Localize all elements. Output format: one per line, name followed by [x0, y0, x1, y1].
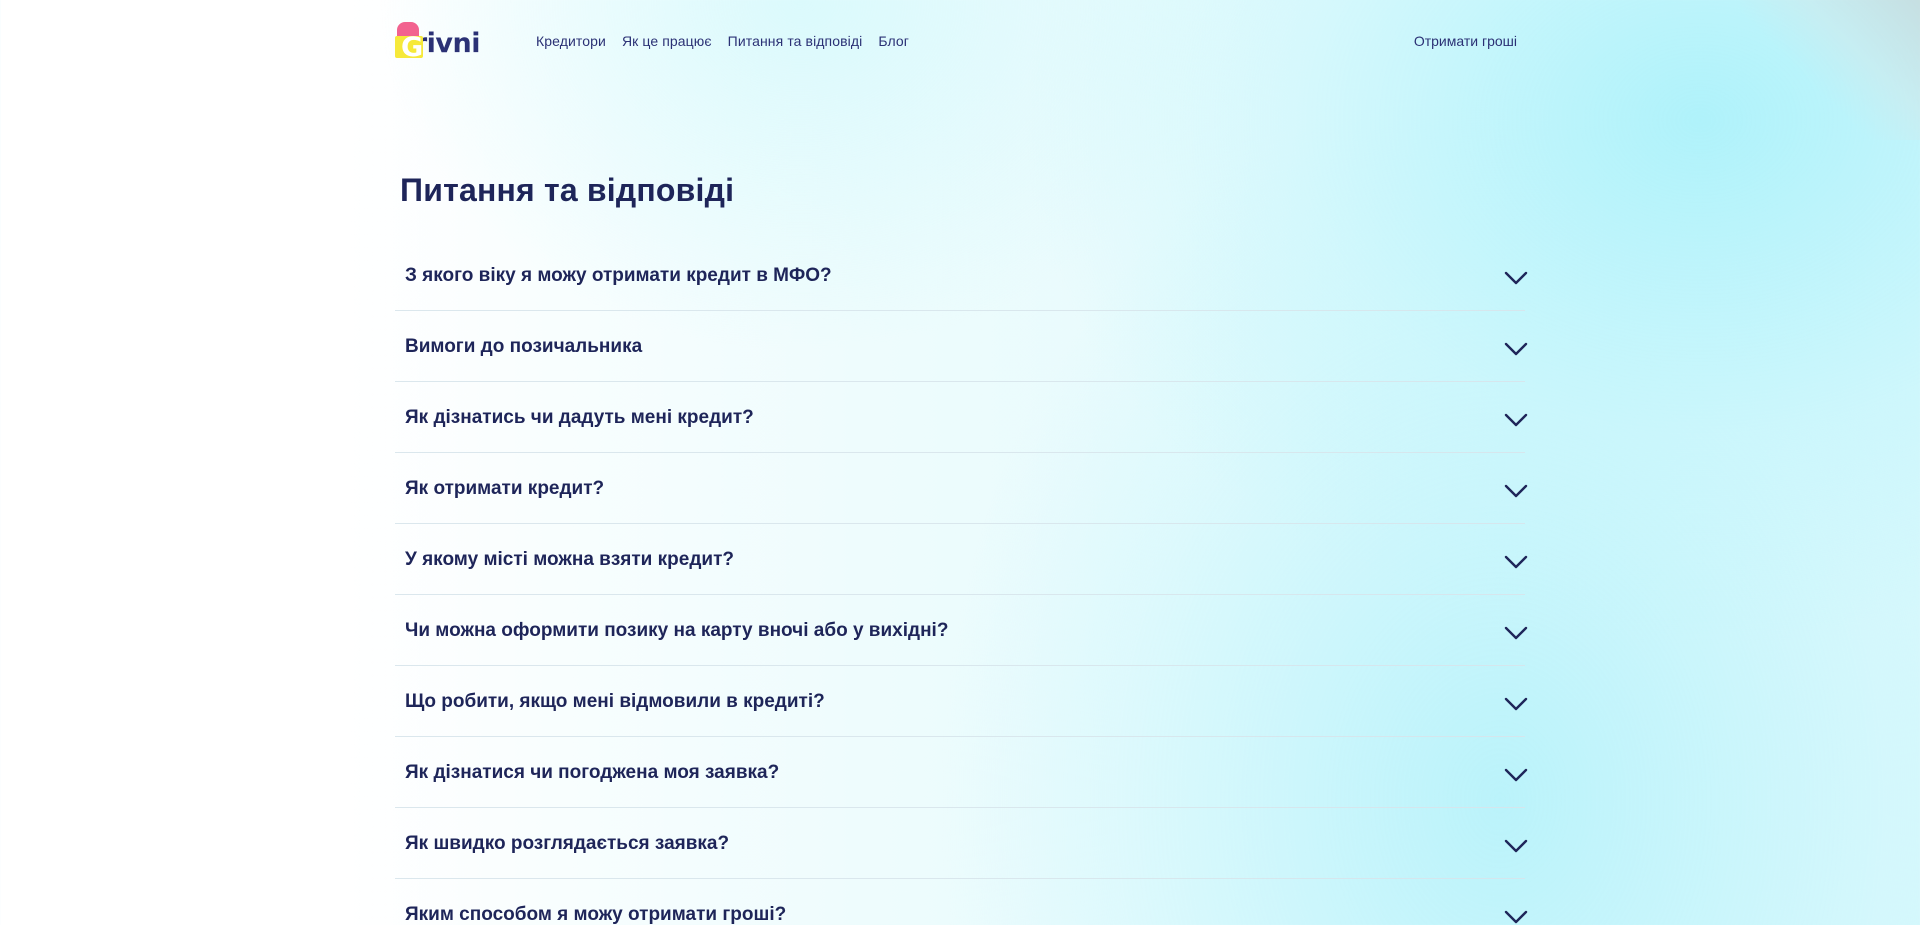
chevron-down-icon[interactable] [1504, 909, 1528, 925]
logo-text: rivni [413, 28, 481, 59]
faq-question: Чи можна оформити позику на карту вночі … [405, 619, 949, 641]
faq-question: Як дізнатись чи дадуть мені кредит? [405, 406, 754, 428]
faq-item[interactable]: З якого віку я можу отримати кредит в МФ… [395, 240, 1528, 311]
logo-letter: G [401, 32, 424, 63]
faq-item[interactable]: Як отримати кредит? [395, 453, 1528, 524]
chevron-down-icon[interactable] [1504, 696, 1528, 712]
site-header: G rivni Кредитори Як це працює Питання т… [395, 0, 1525, 82]
nav-item-creditors[interactable]: Кредитори [536, 33, 606, 49]
background-corner-accent [1740, 0, 1920, 140]
faq-question: Що робити, якщо мені відмовили в кредиті… [405, 690, 825, 712]
get-money-link[interactable]: Отримати гроші [1414, 33, 1517, 49]
faq-list: З якого віку я можу отримати кредит в МФ… [395, 240, 1528, 925]
main-nav: Кредитори Як це працює Питання та відпов… [536, 33, 925, 49]
faq-item[interactable]: Чи можна оформити позику на карту вночі … [395, 595, 1528, 666]
page-title: Питання та відповіді [400, 172, 735, 208]
site-logo[interactable]: G rivni [395, 20, 481, 61]
faq-question: Вимоги до позичальника [405, 335, 643, 357]
faq-item[interactable]: Яким способом я можу отримати гроші? [395, 879, 1528, 925]
chevron-down-icon[interactable] [1504, 483, 1528, 499]
faq-item[interactable]: Як дізнатись чи дадуть мені кредит? [395, 382, 1528, 453]
chevron-down-icon[interactable] [1504, 767, 1528, 783]
faq-question: Яким способом я можу отримати гроші? [405, 903, 787, 925]
chevron-down-icon[interactable] [1504, 341, 1528, 357]
chevron-down-icon[interactable] [1504, 625, 1528, 641]
nav-item-faq[interactable]: Питання та відповіді [728, 33, 863, 49]
logo-mark-icon: G [395, 22, 423, 61]
nav-item-how-it-works[interactable]: Як це працює [622, 33, 712, 49]
faq-item[interactable]: Що робити, якщо мені відмовили в кредиті… [395, 666, 1528, 737]
faq-item[interactable]: Вимоги до позичальника [395, 311, 1528, 382]
faq-question: Як отримати кредит? [405, 477, 605, 499]
faq-item[interactable]: У якому місті можна взяти кредит? [395, 524, 1528, 595]
faq-question: Як дізнатися чи погоджена моя заявка? [405, 761, 780, 783]
faq-question: У якому місті можна взяти кредит? [405, 548, 734, 570]
chevron-down-icon[interactable] [1504, 412, 1528, 428]
chevron-down-icon[interactable] [1504, 838, 1528, 854]
faq-question: З якого віку я можу отримати кредит в МФ… [405, 264, 832, 286]
chevron-down-icon[interactable] [1504, 554, 1528, 570]
faq-item[interactable]: Як швидко розглядається заявка? [395, 808, 1528, 879]
nav-item-blog[interactable]: Блог [878, 33, 909, 49]
faq-item[interactable]: Як дізнатися чи погоджена моя заявка? [395, 737, 1528, 808]
faq-question: Як швидко розглядається заявка? [405, 832, 730, 854]
chevron-down-icon[interactable] [1504, 270, 1528, 286]
page-container: G rivni Кредитори Як це працює Питання т… [395, 0, 1528, 925]
